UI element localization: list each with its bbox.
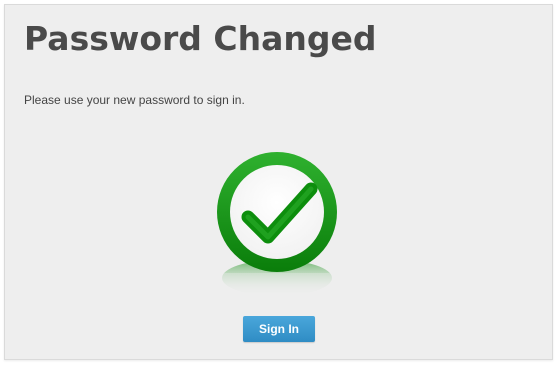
sign-in-button[interactable]: Sign In [243, 316, 315, 342]
page-title: Password Changed [24, 19, 377, 58]
password-changed-panel: Password Changed Please use your new pas… [4, 4, 553, 360]
success-check-icon [215, 145, 339, 301]
instruction-message: Please use your new password to sign in. [24, 93, 245, 107]
checkmark-circle-icon [215, 152, 339, 301]
